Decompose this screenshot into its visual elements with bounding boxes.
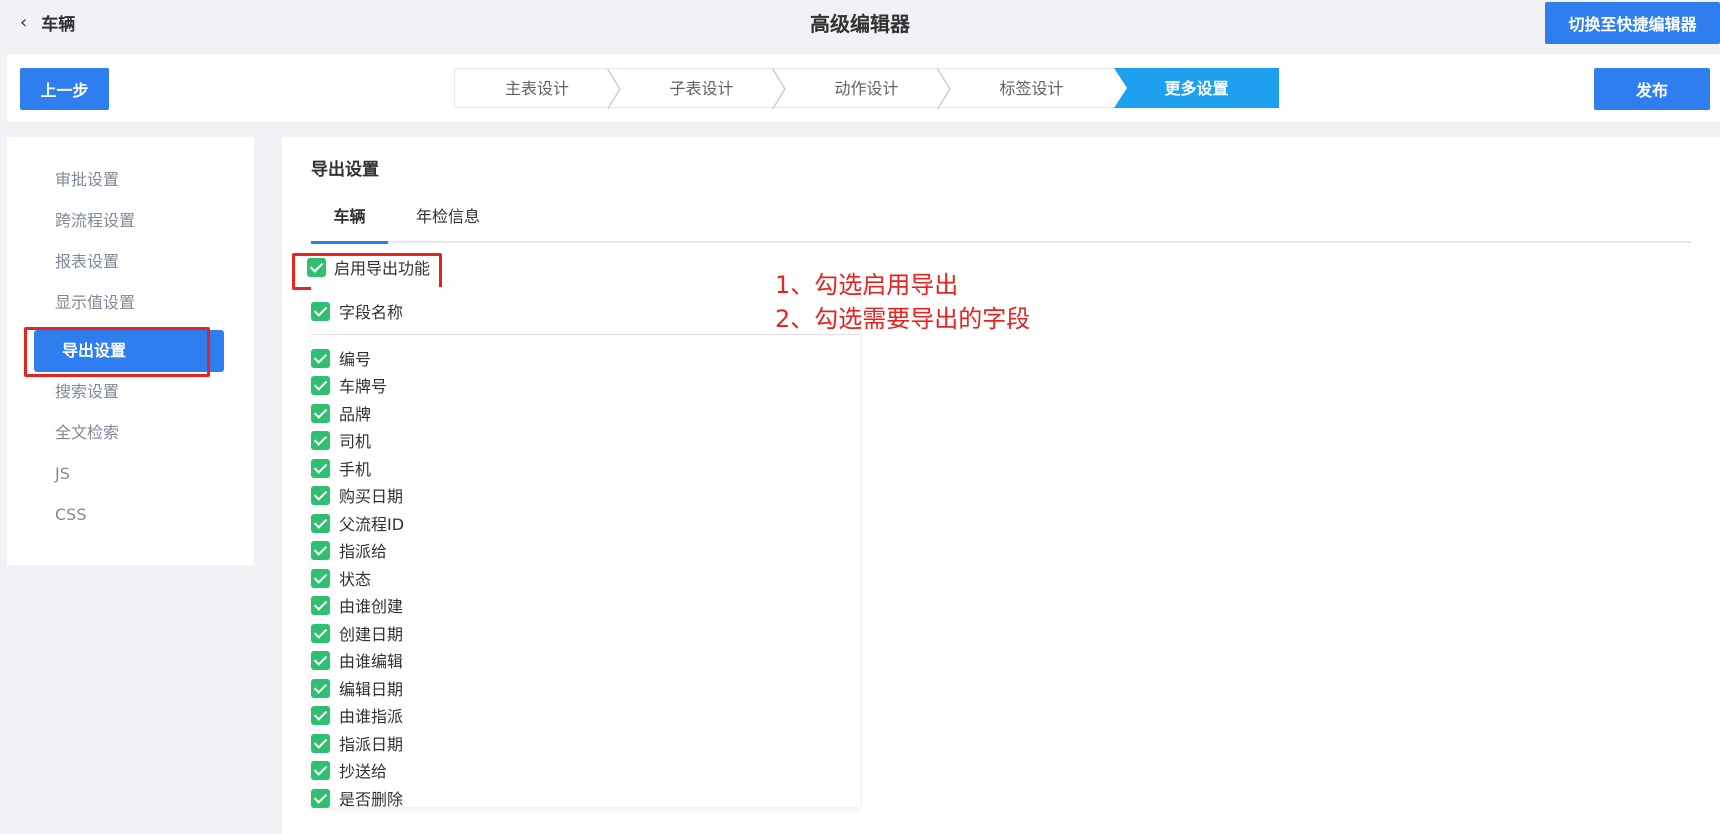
step-label: 标签设计 [999,79,1064,98]
field-row[interactable]: 由谁指派 [311,704,403,726]
field-row[interactable]: 司机 [311,429,371,451]
step-main-table[interactable]: 主表设计 [454,68,621,109]
step-label: 主表设计 [504,79,569,98]
step-label: 动作设计 [834,79,899,98]
field-label: 抄送给 [339,762,388,781]
step-more-settings[interactable]: 更多设置 [1114,68,1279,108]
top-header: ‹ 车辆 高级编辑器 切换至快捷编辑器 [0,0,1720,44]
checkbox-checked-icon[interactable] [311,650,330,670]
field-label: 编号 [339,350,372,369]
field-label: 编辑日期 [339,680,404,699]
back-link[interactable]: ‹ 车辆 [20,10,76,36]
annotation-step1: 1、勾选启用导出 [775,271,959,299]
field-row[interactable]: 是否删除 [311,787,403,809]
field-row[interactable]: 父流程ID [311,512,404,534]
highlight-box [292,253,442,290]
step-tag[interactable]: 标签设计 [949,68,1114,108]
step-arrow-icon [607,69,621,109]
field-list: 字段名称 编号 车牌号 品牌 司机 手机 购买日期 父流程ID 指派给 状态 由… [311,287,860,809]
checkbox-checked-icon[interactable] [311,760,330,780]
step-label: 更多设置 [1164,79,1229,98]
step-label: 子表设计 [669,79,734,98]
field-label: 由谁编辑 [339,652,404,671]
step-nav: 主表设计 子表设计 动作设计 标签设计 更多设置 [454,68,1281,109]
settings-sidebar: 审批设置 跨流程设置 报表设置 显示值设置 导出设置 搜索设置 全文检索 JS … [7,137,254,565]
sidebar-item-display-value[interactable]: 显示值设置 [27,282,224,324]
field-label: 手机 [339,460,372,479]
step-arrow-icon [937,69,951,109]
field-label: 司机 [339,432,372,451]
sidebar-item-approval[interactable]: 审批设置 [27,159,224,201]
chevron-left-icon: ‹ [20,11,28,33]
switch-quick-editor-button[interactable]: 切换至快捷编辑器 [1545,2,1720,44]
checkbox-checked-icon[interactable] [311,301,330,321]
sidebar-item-search[interactable]: 搜索设置 [27,371,224,413]
field-label: 是否删除 [339,790,404,809]
field-row[interactable]: 编号 [311,347,371,369]
field-label: 由谁创建 [339,597,404,616]
field-label: 指派给 [339,542,388,561]
checkbox-checked-icon[interactable] [311,733,330,753]
checkbox-checked-icon[interactable] [311,623,330,643]
field-row[interactable]: 品牌 [311,402,371,424]
step-action[interactable]: 动作设计 [784,68,951,109]
field-row[interactable]: 编辑日期 [311,677,403,699]
section-title: 导出设置 [311,160,379,180]
tab-vehicle[interactable]: 车辆 [311,197,388,244]
checkbox-checked-icon[interactable] [311,595,330,615]
field-header-checkbox[interactable]: 字段名称 [311,300,403,322]
field-row[interactable]: 指派日期 [311,732,403,754]
checkbox-checked-icon[interactable] [311,348,330,368]
tab-bar: 车辆 年检信息 [311,197,1691,244]
step-arrow-icon [772,69,786,109]
field-row[interactable]: 手机 [311,457,371,479]
field-label: 指派日期 [339,735,404,754]
highlight-box [24,327,210,377]
field-header-label: 字段名称 [339,303,404,322]
publish-button[interactable]: 发布 [1594,68,1710,110]
page-title-wrap: 高级编辑器 [0,8,1720,37]
checkbox-checked-icon[interactable] [311,705,330,725]
tab-annual-inspection[interactable]: 年检信息 [408,197,488,243]
field-label: 状态 [339,570,372,589]
checkbox-checked-icon[interactable] [311,485,330,505]
field-row[interactable]: 抄送给 [311,759,387,781]
step-sub-table[interactable]: 子表设计 [619,68,786,109]
sidebar-item-css[interactable]: CSS [27,494,224,536]
checkbox-checked-icon[interactable] [311,458,330,478]
field-label: 品牌 [339,405,372,424]
checkbox-checked-icon[interactable] [311,375,330,395]
sidebar-item-fulltext[interactable]: 全文检索 [27,412,224,454]
steps-bar: 上一步 主表设计 子表设计 动作设计 标签设计 更多设置 发布 [7,54,1720,122]
field-label: 创建日期 [339,625,404,644]
field-label: 由谁指派 [339,707,404,726]
field-row[interactable]: 由谁创建 [311,594,403,616]
sidebar-item-js[interactable]: JS [27,453,224,495]
checkbox-checked-icon[interactable] [311,513,330,533]
checkbox-checked-icon[interactable] [311,540,330,560]
field-row[interactable]: 指派给 [311,539,387,561]
field-row[interactable]: 创建日期 [311,622,403,644]
sidebar-item-cross-process[interactable]: 跨流程设置 [27,200,224,242]
page-title: 高级编辑器 [810,12,910,36]
checkbox-checked-icon[interactable] [311,430,330,450]
field-label: 车牌号 [339,377,388,396]
field-row[interactable]: 由谁编辑 [311,649,403,671]
field-label: 购买日期 [339,487,404,506]
checkbox-checked-icon[interactable] [311,678,330,698]
checkbox-checked-icon[interactable] [311,788,330,808]
field-row[interactable]: 车牌号 [311,374,387,396]
checkbox-checked-icon[interactable] [311,568,330,588]
field-label: 父流程ID [339,515,405,534]
field-row[interactable]: 状态 [311,567,371,589]
field-row[interactable]: 购买日期 [311,484,403,506]
back-label: 车辆 [41,15,76,35]
checkbox-checked-icon[interactable] [311,403,330,423]
sidebar-item-report[interactable]: 报表设置 [27,241,224,283]
prev-step-button[interactable]: 上一步 [20,68,109,110]
annotation-step2: 2、勾选需要导出的字段 [775,305,1031,333]
export-settings-panel: 导出设置 车辆 年检信息 启用导出功能 字段名称 编号 车牌号 品牌 司机 手机… [282,137,1720,834]
